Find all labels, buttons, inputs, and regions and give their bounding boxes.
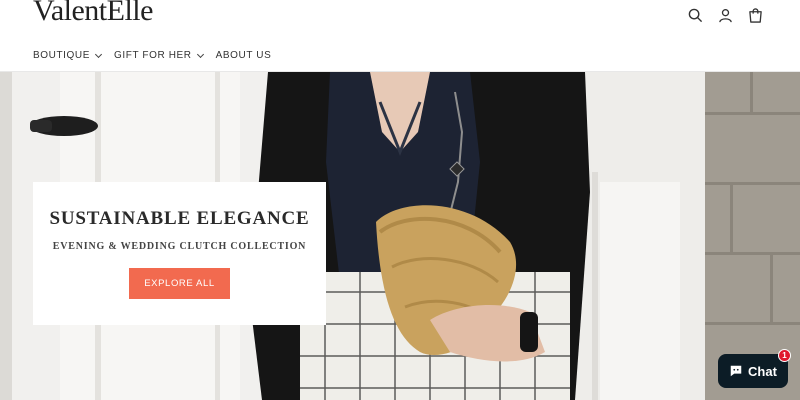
search-icon[interactable] bbox=[686, 6, 704, 24]
chat-button[interactable]: Chat 1 bbox=[718, 349, 791, 388]
chat-icon bbox=[730, 365, 742, 377]
nav-item-boutique[interactable]: BOUTIQUE bbox=[33, 50, 103, 61]
account-icon[interactable] bbox=[716, 6, 734, 24]
promo-card: SUSTAINABLE ELEGANCE EVENING & WEDDING C… bbox=[33, 182, 326, 325]
explore-all-button[interactable]: EXPLORE ALL bbox=[129, 268, 230, 299]
chevron-down-icon bbox=[94, 50, 103, 58]
brand-logo[interactable]: ValentElle bbox=[33, 0, 153, 28]
hero-title: SUSTAINABLE ELEGANCE bbox=[49, 208, 310, 229]
nav-item-about-us[interactable]: ABOUT US bbox=[216, 50, 272, 61]
nav-item-gift-for-her[interactable]: GIFT FOR HER bbox=[114, 50, 204, 61]
nav-item-label: BOUTIQUE bbox=[33, 50, 91, 61]
hero-banner: SUSTAINABLE ELEGANCE EVENING & WEDDING C… bbox=[0, 72, 800, 400]
nav-item-label: ABOUT US bbox=[215, 50, 272, 61]
hero-subtitle: EVENING & WEDDING CLUTCH COLLECTION bbox=[52, 241, 307, 252]
cart-icon[interactable] bbox=[746, 6, 764, 24]
nav-item-label: GIFT FOR HER bbox=[114, 50, 192, 61]
site-header: ValentElle BOUTIQUE GIFT FOR HER ABOUT U… bbox=[0, 0, 800, 72]
chat-label: Chat bbox=[748, 363, 777, 379]
header-icons bbox=[686, 6, 764, 24]
main-nav: BOUTIQUE GIFT FOR HER ABOUT US bbox=[33, 50, 284, 61]
chevron-down-icon bbox=[196, 50, 204, 58]
chat-badge: 1 bbox=[778, 349, 791, 362]
